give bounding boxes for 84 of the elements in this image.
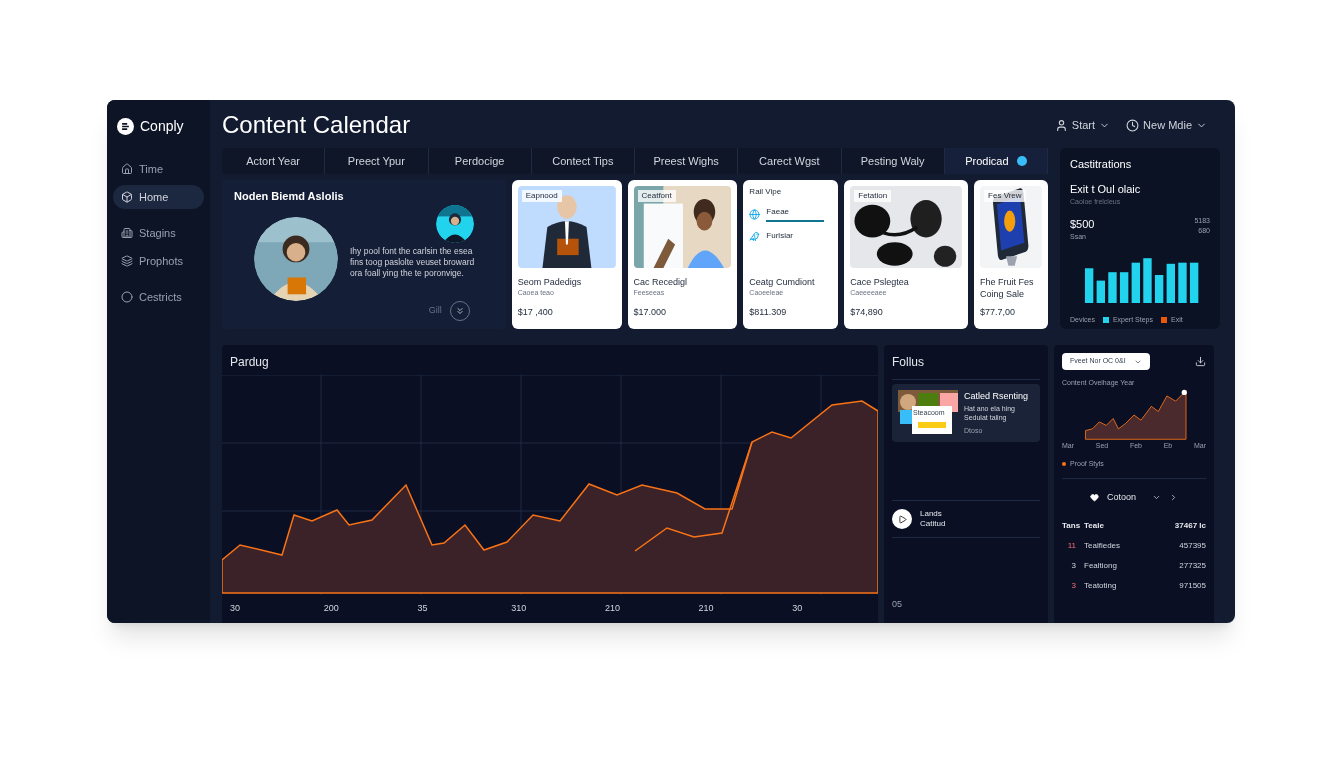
play-button[interactable] [892, 509, 912, 529]
table-header: 37467 Ic [1174, 520, 1206, 532]
sidebar-item[interactable]: Prophots [113, 249, 204, 273]
card-price: $74,890 [850, 305, 884, 319]
table-cell: 971505 [1179, 580, 1206, 592]
sidebar-item[interactable]: Time [113, 157, 204, 181]
header-button[interactable]: New Mdie [1126, 116, 1207, 134]
chevron-right-icon[interactable] [1169, 492, 1178, 502]
follow-title: Follus [892, 353, 1040, 380]
axis-label: 210 [697, 602, 715, 616]
tab[interactable]: Carect Wgst [738, 148, 842, 174]
axis-label: 210 [603, 602, 621, 616]
list-label: Furlsiar [766, 230, 794, 242]
bird-icon [749, 230, 761, 242]
axis-label: 200 [322, 602, 340, 616]
sidebar-item[interactable]: Stagins [113, 221, 204, 245]
table-cell: 277325 [1179, 560, 1206, 572]
table-cell-text: 11 [1066, 540, 1077, 552]
card-price: $77.7,00 [980, 305, 1017, 319]
list-label: Faeae [766, 206, 791, 218]
tab[interactable]: Contect Tips [531, 148, 635, 174]
card-title: Seom Padedigs [517, 276, 583, 288]
follow-footer: 05 [892, 597, 1040, 611]
sidebar-item[interactable]: Cestricts [113, 285, 204, 309]
card-title: Ceatg Cumdiont [749, 276, 816, 288]
axis-label: 310 [510, 602, 528, 616]
page-title: Content Calendar [222, 110, 411, 140]
card-title: Fhe Fruit Fes Coing Sale [980, 276, 1035, 300]
legend-swatch [1062, 462, 1066, 467]
download-icon[interactable] [1195, 356, 1206, 367]
card-tag: Ceatfont [637, 190, 676, 202]
card-tag: Rail Vipe [749, 186, 833, 198]
feature-footer: Gill [428, 304, 442, 318]
tab[interactable]: Perdocige [428, 148, 532, 174]
card-tag: Fes Vrew [984, 190, 1026, 202]
logo-icon [117, 118, 134, 135]
axis-label: 35 [416, 602, 429, 616]
table-cell-text: Fealtiong [1084, 560, 1118, 572]
layers-icon [121, 255, 133, 267]
table-header: Teale [1084, 520, 1105, 532]
stats-value: $500 [1070, 216, 1095, 232]
stats-heading: Castitrations [1070, 157, 1133, 172]
content-card[interactable]: Fes Vrew Fhe Fruit Fes Coing Sale $77.7,00 [974, 180, 1048, 329]
tab[interactable]: Pesting Waly [841, 148, 945, 174]
post-title: Catled Rsenting [964, 390, 1030, 403]
chevrons-icon [454, 306, 465, 316]
card-price: $17.000 [633, 305, 668, 319]
nav-label: Cotoon [1107, 490, 1136, 504]
box-icon [121, 191, 133, 203]
clock-icon [1126, 118, 1140, 132]
home-icon [121, 163, 133, 175]
card-tag: Fetation [854, 190, 892, 202]
table-cell-text: 3 [1070, 560, 1077, 572]
card-title: Cace Pslegtea [850, 276, 910, 288]
table-header: Tans [1062, 520, 1082, 532]
sidebar-item[interactable]: Home [113, 185, 204, 209]
card-title: Cac Recedigl [633, 276, 689, 288]
table-cell-text: Teatoting [1084, 580, 1118, 592]
globe-icon [749, 208, 761, 220]
tab[interactable]: Actort Year [222, 148, 326, 174]
play-icon [897, 514, 907, 524]
brand-name: Conply [140, 117, 184, 136]
user-icon [1054, 118, 1068, 132]
axis-label: 30 [791, 602, 804, 616]
table-cell-text: Tealfiedes [1084, 540, 1122, 552]
tab[interactable]: Preest Wighs [635, 148, 739, 174]
stats-title: Exit t Oul olaic [1070, 181, 1142, 197]
progress-line [766, 220, 825, 222]
card-tag: Eapnood [521, 190, 562, 202]
table-cell: 457395 [1179, 540, 1206, 552]
axis-label: 30 [229, 602, 241, 616]
tab[interactable]: Prodicad [944, 148, 1048, 174]
feature-title: Noden Biemd Aslolis [234, 189, 345, 204]
table-cell-text: 3 [1070, 580, 1077, 592]
heart-icon [1090, 492, 1099, 502]
trend-title: Pardug [229, 354, 270, 371]
header-button[interactable]: Start [1054, 116, 1111, 134]
card-price: $811.309 [749, 305, 788, 319]
circle-icon [121, 291, 133, 303]
card-price: $17 ,400 [517, 305, 554, 319]
building-icon [121, 227, 133, 239]
feature-text: Ihy pool font the carlsin the esea fins toog paslolte veuset broward ora foall ying the te poronvige. [350, 246, 476, 279]
play-label: Lands Catitud [920, 509, 947, 529]
tab[interactable]: Preect Ypur [325, 148, 429, 174]
